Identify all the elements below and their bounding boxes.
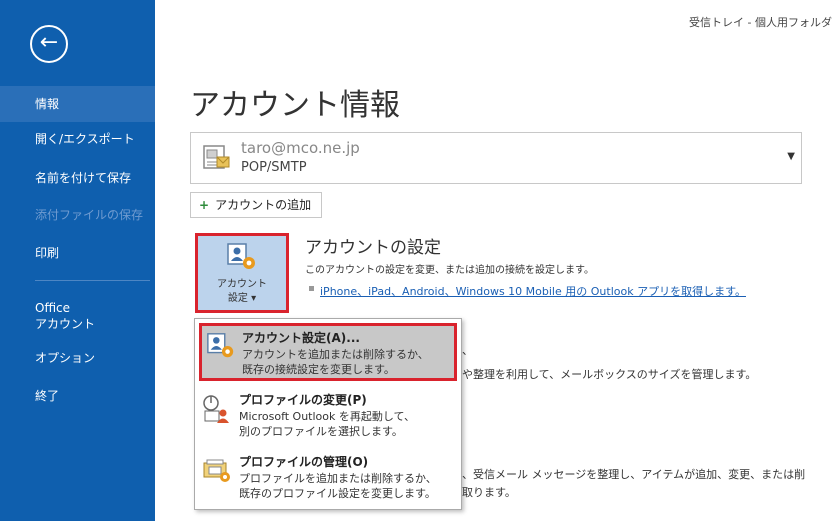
account-email: taro@mco.ne.jp: [241, 139, 360, 157]
back-arrow-icon: ←: [39, 30, 59, 55]
page-title: アカウント情報: [190, 88, 400, 123]
back-button[interactable]: ←: [30, 25, 68, 63]
outlook-app-link[interactable]: iPhone、iPad、Android、Windows 10 Mobile 用の…: [320, 283, 746, 299]
account-type: POP/SMTP: [241, 160, 307, 175]
nav-info[interactable]: 情報: [0, 86, 155, 122]
menu-item-desc-line2: 既存の接続設定を変更します。: [242, 363, 395, 376]
partial-text-d: 取ります。: [462, 486, 516, 499]
section-title: アカウントの設定: [305, 238, 441, 258]
add-account-label: アカウントの追加: [215, 198, 312, 212]
nav-office-account-line2: アカウント: [35, 317, 96, 331]
menu-item-desc-line1: プロファイルを追加または削除するか、: [239, 472, 437, 485]
nav-save-as[interactable]: 名前を付けて保存: [0, 170, 155, 186]
menu-item-desc-line1: アカウントを追加または削除するか、: [242, 348, 429, 361]
nav-save-attachments: 添付ファイルの保存: [35, 208, 144, 222]
menu-item-desc-line1: Microsoft Outlook を再起動して、: [239, 410, 416, 423]
account-settings-icon: [206, 331, 236, 365]
nav-open-export[interactable]: 開く/エクスポート: [0, 131, 155, 147]
menu-item-description: プロファイルを追加または削除するか、 既存のプロファイル設定を変更します。: [239, 471, 437, 501]
nav-divider: [35, 280, 150, 281]
nav-print[interactable]: 印刷: [0, 245, 155, 261]
folder-status: 受信トレイ - 個人用フォルダ: [689, 16, 832, 29]
nav-exit[interactable]: 終了: [0, 388, 155, 404]
menu-item-title: アカウント設定(A)...: [242, 331, 360, 345]
plus-icon: +: [199, 198, 210, 212]
menu-item-desc-line2: 既存のプロファイル設定を変更します。: [239, 487, 436, 500]
menu-item-description: Microsoft Outlook を再起動して、 別のプロファイルを選択します…: [239, 409, 415, 439]
partial-text-c: 、受信メール メッセージを整理し、アイテムが追加、変更、または削: [462, 468, 806, 481]
menu-item-desc-line2: 別のプロファイルを選択します。: [239, 425, 403, 438]
add-account-button[interactable]: + アカウントの追加: [190, 192, 322, 218]
menu-item-title: プロファイルの管理(O): [239, 455, 369, 469]
backstage-sidebar: ← 情報 開く/エクスポート 名前を付けて保存 添付ファイルの保存 印刷 Off…: [0, 0, 155, 521]
account-settings-button[interactable]: アカウント 設定 ▾: [195, 233, 289, 313]
manage-profiles-icon: [201, 455, 231, 489]
menu-item-description: アカウントを追加または削除するか、 既存の接続設定を変更します。: [242, 347, 429, 377]
menu-item-title: プロファイルの変更(P): [239, 393, 367, 407]
account-icon: [203, 143, 231, 177]
account-settings-label-2: 設定 ▾: [227, 293, 257, 304]
nav-options[interactable]: オプション: [0, 350, 155, 366]
account-settings-icon: [226, 242, 258, 275]
partial-text-a: 、: [462, 344, 473, 357]
menu-item-account-settings[interactable]: アカウント設定(A)... アカウントを追加または削除するか、 既存の接続設定を…: [199, 323, 457, 381]
partial-text-b: や整理を利用して、メールボックスのサイズを管理します。: [462, 368, 757, 381]
change-profile-icon: [201, 393, 231, 429]
account-settings-menu: アカウント設定(A)... アカウントを追加または削除するか、 既存の接続設定を…: [194, 318, 462, 510]
menu-item-change-profile[interactable]: プロファイルの変更(P) Microsoft Outlook を再起動して、 別…: [195, 385, 461, 447]
nav-office-account-line1: Office: [35, 301, 71, 315]
bullet-icon: [309, 286, 314, 291]
chevron-down-icon: ▼: [787, 151, 795, 162]
account-settings-label-1: アカウント: [217, 279, 267, 290]
account-selector[interactable]: taro@mco.ne.jp POP/SMTP ▼: [190, 132, 802, 184]
menu-item-manage-profiles[interactable]: プロファイルの管理(O) プロファイルを追加または削除するか、 既存のプロファイ…: [195, 447, 461, 509]
nav-office-account[interactable]: Office アカウント: [0, 300, 155, 332]
section-description: このアカウントの設定を変更、または追加の接続を設定します。: [305, 265, 594, 276]
